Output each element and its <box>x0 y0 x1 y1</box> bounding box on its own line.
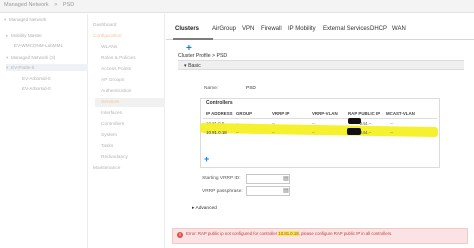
error-text: Error: RAP public ip not configured for … <box>186 231 279 236</box>
tree-item-label: Managed Network (3) <box>11 55 56 60</box>
cluster-profile-heading: Cluster Profile > PSD <box>178 53 228 59</box>
basic-label: Basic <box>188 63 201 69</box>
add-controller-icon[interactable]: + <box>204 154 209 164</box>
tree-item-selected-group[interactable]: ▾ EV-Pralle-8 <box>6 64 88 71</box>
tab-external-services[interactable]: External Services <box>323 26 370 32</box>
network-tree: ▾ Managed Network ▸ Mobility Master EV-WMC… <box>0 14 88 248</box>
column-group[interactable]: GROUP <box>236 111 252 116</box>
column-vrrp-vlan[interactable]: VRRP-VLAN <box>312 111 338 116</box>
nav-system[interactable]: System <box>101 133 117 138</box>
tree-item-lab-mm[interactable]: EV-WMCONM-LabMM1 <box>14 42 63 49</box>
vrrp-passphrase-label: VRRP passphrase: <box>202 189 243 194</box>
nav-dashboard[interactable]: Dashboard <box>93 23 116 28</box>
column-vrrp-ip[interactable]: VRRP IP <box>272 111 290 116</box>
clipboard-icon[interactable]: ▤ <box>282 187 290 195</box>
nav-configuration[interactable]: Configuration <box>93 34 122 39</box>
tab-ip-mobility[interactable]: IP Mobility <box>288 26 316 32</box>
cell-ip: 10.81.0.18 <box>206 130 227 135</box>
header-divider <box>203 118 437 119</box>
service-tabs: Clusters AirGroup VPN Firewall IP Mobili… <box>166 22 474 40</box>
chevron-down-icon: ▾ <box>184 63 187 69</box>
tab-vpn[interactable]: VPN <box>242 26 254 32</box>
advanced-label: Advanced <box>195 206 217 211</box>
tree-item-managed-network-group[interactable]: ▾ Managed Network (3) <box>6 54 55 61</box>
error-text-end: , please configure RAP public IP in all … <box>298 231 393 236</box>
nav-wlans[interactable]: WLANs <box>101 45 117 50</box>
cell-rap-public-ip: 244.-- <box>360 130 372 135</box>
column-mcast-vlan[interactable]: MCAST-VLAN <box>386 111 415 116</box>
tab-dhcp[interactable]: DHCP <box>370 26 387 32</box>
nav-maintenance[interactable]: Maintenance <box>93 166 120 171</box>
error-message: Error: RAP public ip not configured for … <box>186 231 466 236</box>
clipboard-icon[interactable]: ▤ <box>282 175 290 183</box>
tree-item-controller-2[interactable]: EV-Arborsid-0 <box>22 85 51 92</box>
cell-vrrp-vlan: -- <box>312 130 315 135</box>
tree-item-controller-1[interactable]: EV-Arborsid-0 <box>22 75 51 82</box>
top-bar: Managed Network > PSD <box>0 0 474 13</box>
column-ip-address[interactable]: IP ADDRESS <box>206 111 233 116</box>
basic-section-header[interactable]: ▾ Basic <box>178 60 464 70</box>
redaction-mark <box>347 128 361 135</box>
error-ip: 10.81.0.18 <box>278 231 299 236</box>
active-tab-indicator <box>173 38 213 40</box>
tree-item-label: Managed Network <box>9 17 47 22</box>
tab-airgroup[interactable]: AirGroup <box>212 26 236 32</box>
nav-interfaces[interactable]: Interfaces <box>101 111 122 116</box>
cell-group: -- <box>236 130 239 135</box>
tree-item-label: EV-Arborsid-0 <box>22 76 51 81</box>
tree-item-label: EV-WMCONM-LabMM1 <box>14 43 64 48</box>
tab-firewall[interactable]: Firewall <box>261 26 282 32</box>
basic-section-title: ▾ Basic <box>184 63 201 69</box>
nav-ap-groups[interactable]: AP Groups <box>101 78 124 83</box>
tab-wan[interactable]: WAN <box>392 26 406 32</box>
nav-tasks[interactable]: Tasks <box>101 144 113 149</box>
breadcrumb-managed-network[interactable]: Managed Network <box>4 2 49 8</box>
error-icon: ! <box>177 232 183 238</box>
nav-roles-policies[interactable]: Roles & Policies <box>101 56 136 61</box>
tree-item-managed-network[interactable]: ▾ Managed Network <box>4 16 46 23</box>
tab-clusters[interactable]: Clusters <box>175 26 199 32</box>
breadcrumb-separator: > <box>54 2 58 8</box>
breadcrumb: Managed Network > PSD <box>4 2 78 8</box>
tree-item-mobility-master[interactable]: ▸ Mobility Master <box>6 32 42 39</box>
nav-authentication[interactable]: Authentication <box>101 89 131 94</box>
cell-vrrp-ip: -- <box>272 130 275 135</box>
tree-item-label: EV-Arborsid-0 <box>22 86 51 91</box>
redaction-mark <box>348 118 361 124</box>
vrrp-id-label: Starting VRRP ID: <box>202 176 241 181</box>
error-banner: ! Error: RAP public ip not configured fo… <box>172 228 468 244</box>
tree-item-label: EV-Pralle-8 <box>11 65 35 70</box>
name-label: Name: <box>204 86 219 91</box>
controllers-title: Controllers <box>206 100 233 106</box>
column-rap-public-ip[interactable]: RAP PUBLIC IP <box>348 111 380 116</box>
config-nav: Dashboard Configuration WLANs Roles & Po… <box>89 14 165 248</box>
tree-item-label: Mobility Master <box>11 33 42 38</box>
name-value: PSD <box>246 86 256 91</box>
nav-access-points[interactable]: Access Points <box>101 67 131 72</box>
nav-services[interactable]: Services <box>95 98 165 107</box>
chevron-right-icon: ▸ <box>192 206 195 211</box>
advanced-section-header[interactable]: ▸ Advanced <box>192 206 217 211</box>
nav-redundancy[interactable]: Redundancy <box>101 155 128 160</box>
nav-controllers[interactable]: Controllers <box>101 122 124 127</box>
breadcrumb-psd[interactable]: PSD <box>63 2 74 8</box>
cell-mcast-vlan: -- <box>390 130 393 135</box>
